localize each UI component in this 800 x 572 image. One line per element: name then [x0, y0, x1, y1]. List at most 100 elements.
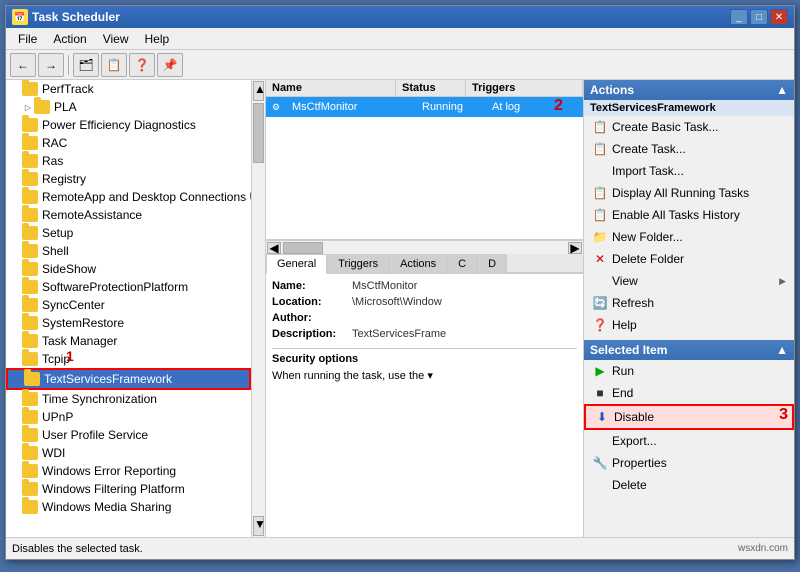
action-new-folder[interactable]: 📁 New Folder...	[584, 226, 794, 248]
folder-icon	[22, 154, 38, 168]
action-view[interactable]: View ▶	[584, 270, 794, 292]
task-button[interactable]: 📋	[101, 53, 127, 77]
action-help[interactable]: ❓ Help	[584, 314, 794, 336]
folder-icon	[34, 100, 50, 114]
create-task-icon: 📋	[592, 141, 608, 157]
col-name: Name	[266, 80, 396, 96]
folder-icon	[22, 244, 38, 258]
tree-item-userprofile[interactable]: User Profile Service	[6, 426, 251, 444]
tree-item-remoteassistance[interactable]: RemoteAssistance	[6, 206, 251, 224]
tab-c[interactable]: C	[447, 254, 477, 273]
tree-item-taskmanager[interactable]: Task Manager	[6, 332, 251, 350]
selected-item-title: Selected Item	[590, 343, 667, 357]
hscroll-thumb[interactable]	[283, 242, 323, 254]
tree-item-textservices[interactable]: TextServicesFramework	[6, 368, 251, 390]
selected-item-collapse-icon[interactable]: ▲	[776, 343, 788, 357]
tree-item-wer[interactable]: Windows Error Reporting	[6, 462, 251, 480]
tree-item-shell[interactable]: Shell	[6, 242, 251, 260]
security-section: Security options When running the task, …	[272, 348, 577, 382]
new-folder-icon: 📁	[592, 229, 608, 245]
action-delete[interactable]: Delete	[584, 474, 794, 496]
action-export[interactable]: Export...	[584, 430, 794, 452]
enable-history-icon: 📋	[592, 207, 608, 223]
tree-item-pla[interactable]: ▷ PLA	[6, 98, 251, 116]
scrollbar-down[interactable]: ▼	[253, 516, 264, 536]
forward-button[interactable]: →	[38, 53, 64, 77]
action-create-basic-task[interactable]: 📋 Create Basic Task...	[584, 116, 794, 138]
tree-item-upnp[interactable]: UPnP	[6, 408, 251, 426]
left-pane: PerfTrack ▷ PLA Power Efficiency Diagnos…	[6, 80, 251, 537]
refresh-icon: 🔄	[592, 295, 608, 311]
folder-icon	[22, 334, 38, 348]
folder-icon	[22, 352, 38, 366]
hscroll-left[interactable]: ◀	[267, 242, 281, 254]
menu-action[interactable]: Action	[45, 30, 94, 48]
tab-general[interactable]: General	[266, 254, 327, 274]
detail-content: Name: MsCtfMonitor Location: \Microsoft\…	[266, 274, 583, 388]
tab-triggers[interactable]: Triggers	[327, 254, 389, 273]
tree-item-wfp[interactable]: Windows Filtering Platform	[6, 480, 251, 498]
tree-item-wdi[interactable]: WDI	[6, 444, 251, 462]
tree-item-power[interactable]: Power Efficiency Diagnostics	[6, 116, 251, 134]
help-button[interactable]: ❓	[129, 53, 155, 77]
action-import-task[interactable]: Import Task...	[584, 160, 794, 182]
folder-icon	[22, 226, 38, 240]
back-button[interactable]: ←	[10, 53, 36, 77]
menu-bar: File Action View Help	[6, 28, 794, 50]
action-create-task[interactable]: 📋 Create Task...	[584, 138, 794, 160]
action-run[interactable]: ▶ Run	[584, 360, 794, 382]
tab-actions[interactable]: Actions	[389, 254, 447, 273]
task-list-hscroll[interactable]: ◀ ▶	[266, 240, 583, 254]
action-display-running-label: Display All Running Tasks	[612, 186, 749, 200]
folder-icon	[22, 172, 38, 186]
menu-help[interactable]: Help	[137, 30, 178, 48]
action-export-label: Export...	[612, 434, 657, 448]
action-refresh-label: Refresh	[612, 296, 654, 310]
actions-section1-title: TextServicesFramework	[584, 100, 794, 116]
tree-item-remoteapp[interactable]: RemoteApp and Desktop Connections U	[6, 188, 251, 206]
help-icon: ❓	[592, 317, 608, 333]
watermark: wsxdn.com	[738, 543, 788, 554]
folder-button[interactable]: 🗂	[73, 53, 99, 77]
tree-item-tcpip[interactable]: Tcpip 1	[6, 350, 251, 368]
tree-item-registry[interactable]: Registry	[6, 170, 251, 188]
action-enable-history[interactable]: 📋 Enable All Tasks History	[584, 204, 794, 226]
tree-item-perftrack[interactable]: PerfTrack	[6, 80, 251, 98]
delete-icon	[592, 477, 608, 493]
action-delete-folder[interactable]: ✕ Delete Folder	[584, 248, 794, 270]
tree-item-systemrestore[interactable]: SystemRestore	[6, 314, 251, 332]
close-button[interactable]: ✕	[770, 9, 788, 25]
menu-view[interactable]: View	[95, 30, 137, 48]
actions-collapse-icon[interactable]: ▲	[776, 83, 788, 97]
action-properties[interactable]: 🔧 Properties	[584, 452, 794, 474]
action-properties-label: Properties	[612, 456, 667, 470]
scrollbar-up[interactable]: ▲	[253, 81, 264, 101]
left-pane-scrollbar[interactable]: ▲ ▼	[251, 80, 265, 537]
right-pane: Actions ▲ TextServicesFramework 📋 Create…	[584, 80, 794, 537]
tree-item-ras[interactable]: Ras	[6, 152, 251, 170]
tree-item-synccenter[interactable]: SyncCenter	[6, 296, 251, 314]
action-end[interactable]: ■ End	[584, 382, 794, 404]
tree-item-setup[interactable]: Setup	[6, 224, 251, 242]
tree-item-sideshow[interactable]: SideShow	[6, 260, 251, 278]
tab-d[interactable]: D	[477, 254, 507, 273]
maximize-button[interactable]: □	[750, 9, 768, 25]
folder-icon	[22, 428, 38, 442]
tree-item-rac[interactable]: RAC	[6, 134, 251, 152]
folder-icon	[22, 410, 38, 424]
scrollbar-thumb[interactable]	[253, 103, 264, 163]
task-name: MsCtfMonitor	[286, 100, 416, 114]
pin-button[interactable]: 📌	[157, 53, 183, 77]
detail-author-row: Author:	[272, 312, 577, 324]
menu-file[interactable]: File	[10, 30, 45, 48]
minimize-button[interactable]: _	[730, 9, 748, 25]
tree-item-wmsharing[interactable]: Windows Media Sharing	[6, 498, 251, 516]
action-refresh[interactable]: 🔄 Refresh	[584, 292, 794, 314]
action-display-running[interactable]: 📋 Display All Running Tasks	[584, 182, 794, 204]
action-enable-history-label: Enable All Tasks History	[612, 208, 740, 222]
hscroll-right[interactable]: ▶	[568, 242, 582, 254]
tree-item-spp[interactable]: SoftwareProtectionPlatform	[6, 278, 251, 296]
action-disable[interactable]: ⬇ Disable 3	[584, 404, 794, 430]
tree-item-timesync[interactable]: Time Synchronization	[6, 390, 251, 408]
task-row[interactable]: ⚙ MsCtfMonitor Running At log 2	[266, 97, 583, 117]
